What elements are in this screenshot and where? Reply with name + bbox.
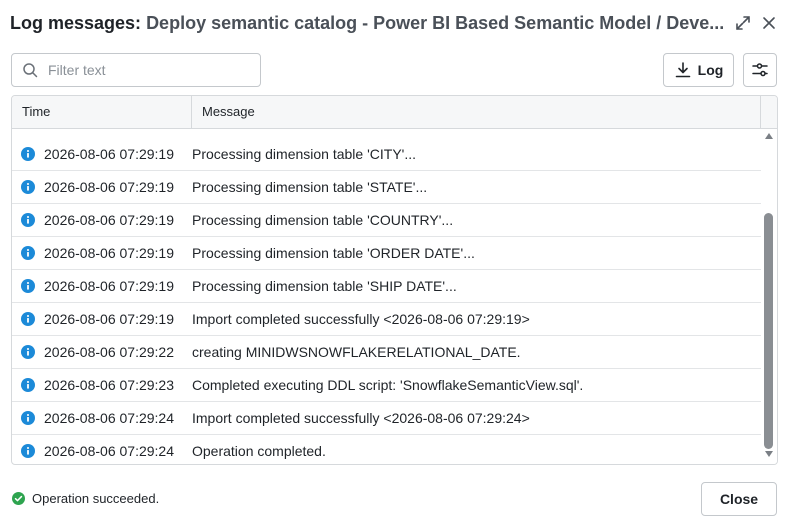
- log-button-label: Log: [697, 62, 724, 78]
- row-time: 2026-08-06 07:29:24: [44, 410, 174, 426]
- row-time: 2026-08-06 07:29:24: [44, 443, 174, 459]
- title-subtitle: Deploy semantic catalog - Power BI Based…: [146, 13, 725, 33]
- row-message: Import completed successfully <2026-08-0…: [192, 410, 530, 426]
- filter-input[interactable]: [48, 62, 248, 78]
- title-prefix: Log messages:: [10, 13, 142, 33]
- info-icon: [21, 444, 35, 458]
- download-icon: [675, 62, 690, 78]
- table-row[interactable]: 2026-08-06 07:29:19 Processing dimension …: [12, 237, 762, 270]
- info-icon: [21, 147, 35, 161]
- dialog-header: Log messages: Deploy semantic catalog - …: [10, 8, 778, 38]
- filter-field[interactable]: [11, 53, 261, 87]
- vertical-scrollbar[interactable]: [761, 129, 777, 464]
- row-time: 2026-08-06 07:29:19: [44, 212, 174, 228]
- scroll-down-arrow-icon[interactable]: [765, 451, 773, 457]
- expand-icon: [736, 16, 750, 30]
- row-message: Operation completed.: [192, 443, 326, 459]
- expand-button[interactable]: [732, 12, 754, 34]
- info-icon: [21, 180, 35, 194]
- table-row[interactable]: 2026-08-06 07:29:19 Processing dimension …: [12, 270, 762, 303]
- row-message: creating MINIDWSNOWFLAKERELATIONAL_DATE.: [192, 344, 521, 360]
- status-message: Operation succeeded.: [12, 491, 159, 506]
- row-time: 2026-08-06 07:29:19: [44, 278, 174, 294]
- table-row[interactable]: 2026-08-06 07:29:24 Operation completed.: [12, 435, 762, 464]
- check-circle-icon: [12, 492, 25, 505]
- scroll-up-arrow-icon[interactable]: [765, 133, 773, 139]
- row-message: Processing dimension table 'CITY'...: [192, 146, 416, 162]
- row-time: 2026-08-06 07:29:19: [44, 245, 174, 261]
- search-icon: [23, 63, 38, 78]
- info-icon: [21, 246, 35, 260]
- info-icon: [21, 345, 35, 359]
- info-icon: [21, 213, 35, 227]
- info-icon: [21, 312, 35, 326]
- close-icon: [763, 17, 775, 29]
- row-time: 2026-08-06 07:29:19: [44, 146, 174, 162]
- row-message: Processing dimension table 'COUNTRY'...: [192, 212, 454, 228]
- download-log-button[interactable]: Log: [663, 53, 734, 87]
- table-row[interactable]: 2026-08-06 07:29:19 Processing dimension …: [12, 138, 762, 171]
- table-header: Time Message: [12, 96, 777, 129]
- row-message: Completed executing DDL script: 'Snowfla…: [192, 377, 584, 393]
- table-row[interactable]: 2026-08-06 07:29:19 Processing dimension …: [12, 171, 762, 204]
- info-icon: [21, 378, 35, 392]
- filter-settings-button[interactable]: [743, 53, 777, 87]
- table-row[interactable]: 2026-08-06 07:29:19 Import completed succ…: [12, 303, 762, 336]
- close-button[interactable]: Close: [701, 482, 777, 516]
- table-row[interactable]: 2026-08-06 07:29:23 Completed executing D…: [12, 369, 762, 402]
- dialog-title: Log messages: Deploy semantic catalog - …: [10, 8, 726, 38]
- log-table: Time Message 2026-08-06 07:29:19 Processi…: [11, 95, 778, 465]
- row-message: Processing dimension table 'ORDER DATE'.…: [192, 245, 475, 261]
- row-message: Processing dimension table 'SHIP DATE'..…: [192, 278, 457, 294]
- scroll-thumb[interactable]: [764, 213, 773, 449]
- column-header-message[interactable]: Message: [192, 96, 761, 128]
- status-text: Operation succeeded.: [32, 491, 160, 506]
- row-time: 2026-08-06 07:29:23: [44, 377, 174, 393]
- row-message: Import completed successfully <2026-08-0…: [192, 311, 530, 327]
- info-icon: [21, 411, 35, 425]
- table-row[interactable]: 2026-08-06 07:29:24 Import completed succ…: [12, 402, 762, 435]
- row-time: 2026-08-06 07:29:19: [44, 311, 174, 327]
- row-time: 2026-08-06 07:29:22: [44, 344, 174, 360]
- close-dialog-button[interactable]: [758, 12, 780, 34]
- table-body: 2026-08-06 07:29:19 Processing dimension …: [12, 138, 762, 464]
- settings-sliders-icon: [752, 63, 768, 77]
- table-row[interactable]: 2026-08-06 07:29:22 creating MINIDWSNOWFL…: [12, 336, 762, 369]
- row-message: Processing dimension table 'STATE'...: [192, 179, 428, 195]
- column-header-time[interactable]: Time: [12, 96, 192, 128]
- info-icon: [21, 279, 35, 293]
- row-time: 2026-08-06 07:29:19: [44, 179, 174, 195]
- table-row[interactable]: 2026-08-06 07:29:19 Processing dimension …: [12, 204, 762, 237]
